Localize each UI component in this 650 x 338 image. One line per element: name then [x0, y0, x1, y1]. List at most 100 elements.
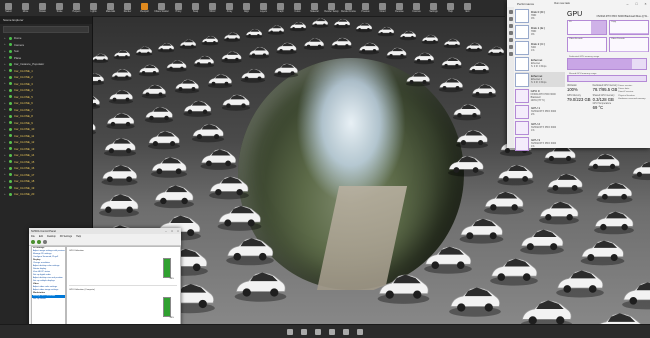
visibility-icon[interactable] [9, 56, 12, 60]
toolbar-button[interactable]: Select [1, 1, 16, 15]
expand-icon[interactable]: + [4, 134, 7, 137]
expand-icon[interactable]: + [4, 147, 7, 150]
menu-item[interactable]: Desktop [47, 235, 56, 238]
toolbar-button[interactable]: Layers [256, 1, 271, 15]
visibility-icon[interactable] [9, 101, 12, 105]
toolbar-button[interactable]: Cloud [375, 1, 390, 15]
viewport-tool-icon-2[interactable] [301, 328, 307, 335]
performance-item[interactable]: GPU 0 NVIDIA RTX PRO 6000 Blackwell 100% (… [515, 88, 565, 103]
performance-item[interactable]: Disk 2 (C:) SSD 1% [515, 40, 565, 55]
expand-icon[interactable]: + [4, 62, 7, 66]
toolbar-button[interactable]: Snap [188, 1, 203, 15]
visibility-icon[interactable] [9, 179, 12, 183]
toolbar-button[interactable]: Render Setup [324, 1, 339, 15]
expand-icon[interactable]: + [4, 108, 7, 111]
menu-item[interactable]: Help [76, 235, 81, 238]
processes-icon[interactable] [508, 10, 513, 14]
performance-item[interactable]: Ethernet Ethernet S: 0 R: 0 Kbps [515, 56, 565, 71]
visibility-icon[interactable] [9, 114, 12, 118]
scene-item[interactable]: + Car_CLONE_20 [0, 191, 92, 198]
performance-item[interactable]: GPU 1 NVIDIA RTX PRO 6000 2% [515, 104, 565, 119]
nvcp-task-item[interactable]: Set up Mosaic [32, 298, 65, 301]
visibility-icon[interactable] [9, 140, 12, 144]
performance-icon[interactable] [508, 17, 513, 21]
expand-icon[interactable]: + [4, 153, 7, 157]
menu-item[interactable]: 3D Settings [60, 235, 72, 238]
toolbar-button[interactable]: Render Frame [341, 1, 356, 15]
home-icon[interactable] [43, 240, 47, 244]
menu-item[interactable]: File [31, 235, 35, 238]
users-icon[interactable] [508, 38, 513, 42]
toolbar-button[interactable]: Preview [358, 1, 373, 15]
expand-icon[interactable]: + [4, 88, 7, 92]
toolbar-button[interactable]: Material [307, 1, 322, 15]
expand-icon[interactable]: + [4, 114, 7, 118]
toolbar-button[interactable]: Graph [273, 1, 288, 15]
toolbar-button[interactable]: Align [239, 1, 254, 15]
visibility-icon[interactable] [9, 166, 12, 170]
expand-icon[interactable]: + [4, 43, 7, 46]
forward-icon[interactable] [37, 240, 41, 244]
performance-item[interactable]: Ethernet Ethernet 2 S: 0 R: 0 Kbps [515, 72, 565, 87]
visibility-icon[interactable] [9, 186, 12, 190]
app-history-icon[interactable] [508, 24, 513, 28]
menu-item[interactable]: Edit [39, 235, 43, 238]
performance-item[interactable]: GPU 2 NVIDIA RTX PRO 6000 1% [515, 120, 565, 135]
expand-icon[interactable]: + [4, 36, 7, 40]
visibility-icon[interactable] [9, 134, 12, 138]
toolbar-button[interactable]: Move [18, 1, 33, 15]
expand-icon[interactable]: + [4, 127, 7, 131]
details-icon[interactable] [508, 45, 513, 49]
expand-icon[interactable]: + [4, 186, 7, 189]
expand-icon[interactable]: + [4, 160, 7, 163]
toolbar-button[interactable]: Lights [86, 1, 101, 15]
visibility-icon[interactable] [9, 82, 12, 86]
visibility-icon[interactable] [9, 147, 12, 151]
toolbar-button[interactable]: Viewport [137, 1, 152, 15]
expand-icon[interactable]: + [4, 192, 7, 196]
visibility-icon[interactable] [9, 153, 12, 157]
visibility-icon[interactable] [9, 43, 12, 47]
viewport-tool-icon-4[interactable] [329, 328, 335, 335]
expand-icon[interactable]: + [4, 49, 7, 53]
visibility-icon[interactable] [9, 127, 12, 131]
expand-icon[interactable]: + [4, 166, 7, 170]
toolbar-button[interactable]: Chaos Scatter [154, 1, 169, 15]
close-icon[interactable]: × [175, 230, 181, 233]
toolbar-button[interactable]: Help [443, 1, 458, 15]
viewport-tool-icon-3[interactable] [315, 328, 321, 335]
visibility-icon[interactable] [9, 62, 12, 66]
toolbar-button[interactable]: Exit [460, 1, 475, 15]
viewport-tool-icon-5[interactable] [343, 328, 349, 335]
scene-search-input[interactable] [3, 26, 89, 33]
expand-icon[interactable]: + [4, 95, 7, 98]
toolbar-button[interactable]: Helpers [69, 1, 84, 15]
expand-icon[interactable]: + [4, 140, 7, 144]
expand-icon[interactable]: + [4, 101, 7, 105]
toolbar-button[interactable]: Materials [103, 1, 118, 15]
toolbar-button[interactable]: Mirror [205, 1, 220, 15]
expand-icon[interactable]: + [4, 179, 7, 183]
startup-icon[interactable] [508, 31, 513, 35]
minimize-icon[interactable]: – [623, 2, 632, 6]
expand-icon[interactable]: + [4, 121, 7, 124]
services-icon[interactable] [508, 52, 513, 56]
expand-icon[interactable]: + [4, 56, 7, 59]
visibility-icon[interactable] [9, 121, 12, 125]
toolbar-button[interactable]: Settings [426, 1, 441, 15]
viewport-tool-icon-1[interactable] [287, 328, 293, 335]
toolbar-button[interactable]: Rotate [35, 1, 50, 15]
close-icon[interactable]: × [641, 2, 650, 6]
expand-icon[interactable]: + [4, 69, 7, 72]
visibility-icon[interactable] [9, 95, 12, 99]
toolbar-button[interactable]: Cosmos [409, 1, 424, 15]
visibility-icon[interactable] [9, 36, 12, 40]
visibility-icon[interactable] [9, 49, 12, 53]
performance-item[interactable]: GPU 3 NVIDIA RTX PRO 6000 1% [515, 136, 565, 151]
expand-icon[interactable]: + [4, 75, 7, 79]
toolbar-button[interactable]: Curve [290, 1, 305, 15]
expand-icon[interactable]: + [4, 82, 7, 85]
toolbar-button[interactable]: Proxy [171, 1, 186, 15]
visibility-icon[interactable] [9, 160, 12, 164]
visibility-icon[interactable] [9, 192, 12, 196]
